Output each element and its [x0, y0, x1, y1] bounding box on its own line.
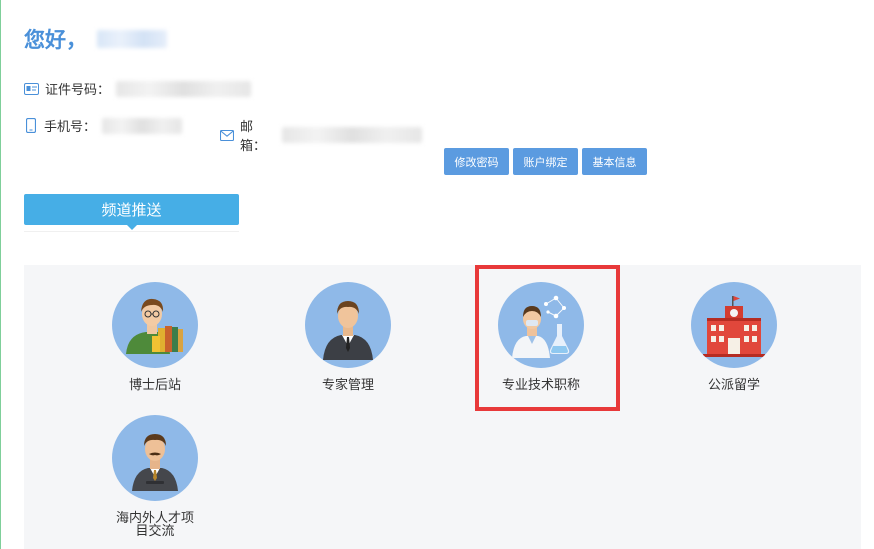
id-card-icon: [24, 82, 39, 95]
channel-label-talent-exchange: 海内外人才项目交流: [115, 510, 194, 538]
greeting-heading: 您好，: [24, 24, 167, 54]
channel-card-study-abroad[interactable]: 公派留学: [659, 282, 809, 391]
channel-card-expert[interactable]: 专家管理: [273, 282, 423, 391]
tab-pointer-arrow: [126, 224, 138, 230]
channel-card-talent-exchange[interactable]: 海内外人才项目交流: [80, 415, 230, 537]
channel-label-postdoc: 博士后站: [128, 377, 181, 392]
phone-label: 手机号：: [44, 119, 97, 134]
greeting-text: 您好，: [24, 29, 87, 52]
redacted-phone-number: [102, 117, 183, 134]
email-label: 邮箱：: [240, 119, 267, 153]
id-number-label: 证件号码：: [45, 82, 111, 97]
basic-info-button[interactable]: 基本信息: [582, 148, 647, 175]
contact-row: 手机号： 邮箱：: [24, 116, 422, 153]
highlight-annotation-box: [475, 265, 620, 411]
channel-card-postdoc[interactable]: 博士后站: [80, 282, 230, 391]
email-item: 邮箱：: [220, 116, 422, 154]
tab-channel-push[interactable]: 频道推送: [24, 194, 239, 225]
change-password-button[interactable]: 修改密码: [444, 148, 509, 175]
tab-divider: [24, 231, 239, 232]
mobile-phone-icon: [26, 118, 36, 133]
phone-item: 手机号：: [24, 116, 183, 135]
redacted-id-number: [116, 80, 252, 97]
talent-exchange-icon: [112, 415, 198, 501]
channel-label-expert: 专家管理: [321, 377, 374, 392]
postdoc-scholar-icon: [112, 282, 198, 368]
expert-businessman-icon: [305, 282, 391, 368]
account-binding-button[interactable]: 账户绑定: [513, 148, 578, 175]
left-border: [0, 0, 1, 549]
id-number-row: 证件号码：: [24, 79, 252, 98]
channel-label-study-abroad: 公派留学: [707, 377, 760, 392]
university-building-icon: [691, 282, 777, 368]
redacted-email: [282, 127, 422, 143]
envelope-icon: [220, 129, 234, 141]
account-actions: 修改密码 账户绑定 基本信息: [444, 148, 647, 175]
redacted-username: [97, 30, 167, 48]
